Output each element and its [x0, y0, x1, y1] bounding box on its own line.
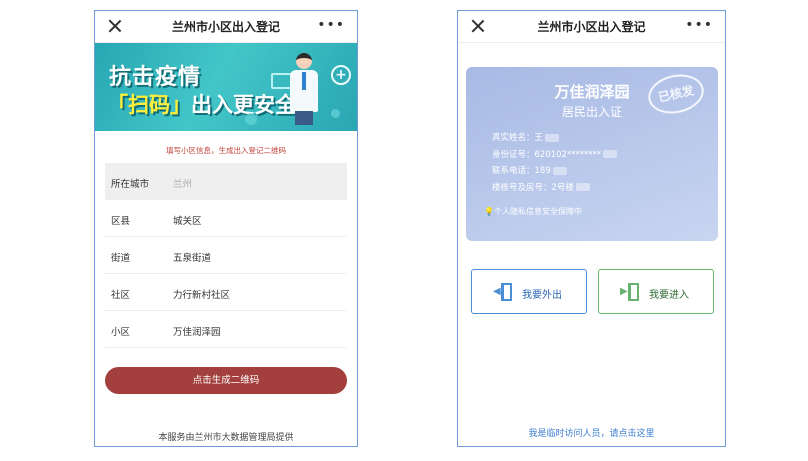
- field-label: 所在城市: [111, 179, 150, 190]
- redacted-mask: [575, 183, 590, 191]
- redacted-mask: [602, 150, 617, 158]
- nav-bar: 兰州市小区出入登记 •••: [95, 11, 357, 43]
- banner-line1: 抗击疫情: [109, 65, 202, 90]
- field-label: 小区: [111, 327, 131, 338]
- exit-door-icon: ◀: [493, 283, 512, 301]
- form-hint: 填写小区信息，生成出入登记二维码: [166, 146, 286, 155]
- city-field[interactable]: 所在城市 兰州: [105, 163, 347, 200]
- medical-cross-icon: +: [331, 65, 351, 85]
- resident-info: 真实姓名：王 身份证号：620102******** 联系电话：189 楼栋号及…: [492, 130, 617, 196]
- visitor-link[interactable]: 我是临时访问人员，请点击这里: [458, 426, 725, 439]
- close-icon[interactable]: [470, 18, 486, 34]
- generate-qrcode-button[interactable]: 点击生成二维码: [105, 367, 347, 394]
- field-value: 兰州: [173, 179, 193, 190]
- field-label: 区县: [111, 216, 131, 227]
- info-row: 真实姓名：王: [492, 130, 617, 147]
- exit-button-label: 我要外出: [522, 290, 562, 301]
- street-field[interactable]: 街道 五泉街道: [105, 237, 347, 274]
- district-field[interactable]: 区县 城关区: [105, 200, 347, 237]
- nav-bar: 兰州市小区出入登记 •••: [458, 11, 725, 43]
- more-icon[interactable]: •••: [685, 18, 713, 32]
- banner-line2: 「扫码」出入更安全: [107, 89, 296, 119]
- community-field[interactable]: 社区 力行新村社区: [105, 274, 347, 311]
- enter-button[interactable]: ▶ 我要进入: [598, 269, 714, 314]
- resident-pass-screen: 兰州市小区出入登记 ••• 万佳润泽园 居民出入证 已核发 真实姓名：王 身份证…: [457, 10, 726, 447]
- doctor-illustration: [287, 53, 321, 125]
- service-provider-footer: 本服务由兰州市大数据管理局提供: [158, 433, 294, 443]
- privacy-notice: 💡个人隐私信息安全保障中: [484, 207, 582, 216]
- virus-icon: [331, 109, 340, 118]
- redacted-mask: [552, 166, 567, 175]
- field-value: 力行新村社区: [173, 290, 231, 301]
- virus-icon: [245, 113, 257, 125]
- epidemic-banner: 抗击疫情 「扫码」出入更安全 +: [95, 43, 357, 131]
- field-value: 五泉街道: [173, 253, 212, 264]
- banner-line2-rest: 出入更安全: [191, 93, 296, 117]
- more-icon[interactable]: •••: [317, 18, 345, 32]
- registration-form-screen: 兰州市小区出入登记 ••• 抗击疫情 「扫码」出入更安全 + 填写小区信息，生成…: [94, 10, 358, 447]
- page-title: 兰州市小区出入登记: [171, 20, 280, 34]
- resident-pass-card: 万佳润泽园 居民出入证 已核发 真实姓名：王 身份证号：620102******…: [466, 67, 718, 241]
- lightbulb-icon: 💡: [484, 207, 494, 216]
- info-row: 身份证号：620102********: [492, 147, 617, 164]
- info-row: 联系电话：189: [492, 163, 617, 180]
- exit-button[interactable]: ◀ 我要外出: [471, 269, 587, 314]
- field-label: 社区: [111, 290, 131, 301]
- enter-door-icon: ▶: [620, 283, 639, 301]
- neighborhood-field[interactable]: 小区 万佳润泽园: [105, 311, 347, 348]
- field-value: 城关区: [173, 216, 202, 227]
- close-icon[interactable]: [107, 18, 123, 34]
- community-form: 所在城市 兰州 区县 城关区 街道 五泉街道 社区 力行新村社区 小区 万佳润泽…: [105, 163, 347, 348]
- field-value: 万佳润泽园: [173, 327, 221, 338]
- field-label: 街道: [111, 253, 131, 264]
- banner-line2-highlight: 「扫码」: [107, 93, 191, 117]
- page-title: 兰州市小区出入登记: [537, 20, 646, 34]
- enter-button-label: 我要进入: [649, 290, 689, 301]
- redacted-mask: [545, 133, 560, 142]
- info-row: 楼栋号及房号：2号楼: [492, 180, 617, 197]
